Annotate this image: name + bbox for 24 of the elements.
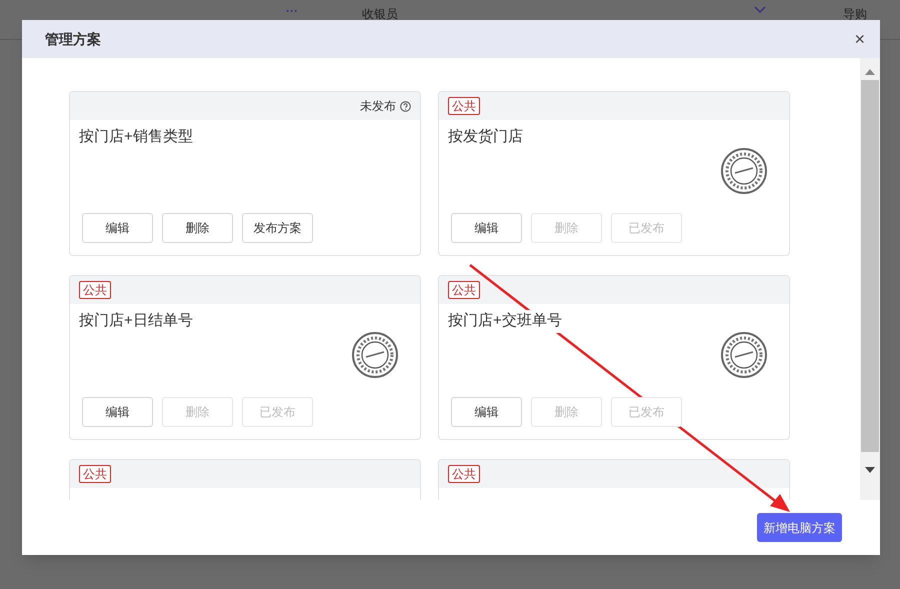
card-button[interactable]: 删除 [162, 213, 233, 243]
card-button[interactable]: 编辑 [451, 397, 522, 427]
dialog-title: 管理方案 [45, 30, 101, 48]
card-button[interactable]: 发布方案 [242, 213, 313, 243]
chevron-down-icon[interactable] [754, 6, 766, 14]
public-tag: 公共 [448, 281, 480, 299]
scroll-down-icon[interactable] [864, 466, 876, 474]
scrollbar-thumb[interactable] [861, 80, 879, 452]
scheme-title: 按门店+交班单号 [448, 310, 562, 332]
card-button[interactable]: 编辑 [451, 213, 522, 243]
scroll-up-icon[interactable] [864, 68, 876, 76]
public-tag: 公共 [79, 281, 111, 299]
column-header: 收银员 [362, 6, 398, 23]
card-button[interactable]: 编辑 [82, 397, 153, 427]
status-label: 未发布 [360, 98, 396, 115]
public-tag: 公共 [448, 465, 480, 483]
help-icon[interactable] [400, 100, 411, 112]
close-button[interactable]: × [854, 30, 865, 48]
column-header: 导购 [843, 6, 867, 23]
public-tag: 公共 [79, 465, 111, 483]
scrollbar[interactable] [860, 58, 880, 500]
public-tag: 公共 [448, 97, 480, 115]
card-button[interactable]: 编辑 [82, 213, 153, 243]
add-scheme-button[interactable]: 新增电脑方案 [757, 513, 842, 542]
